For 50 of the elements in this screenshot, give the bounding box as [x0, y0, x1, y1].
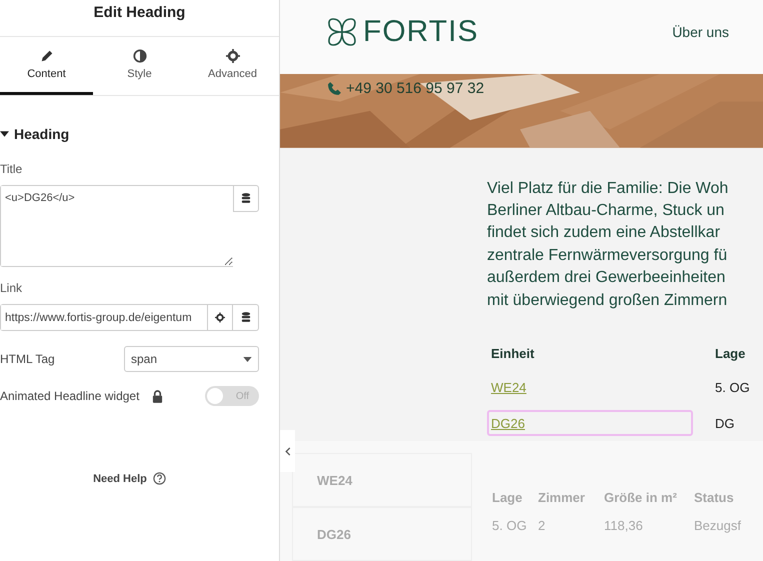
html-tag-select[interactable]: span: [124, 346, 259, 372]
panel-tab[interactable]: Advanced: [186, 37, 279, 95]
title-field[interactable]: <u>DG26</u>: [0, 185, 233, 267]
column-header: Status: [694, 490, 735, 504]
leaf-logo-icon: [327, 16, 357, 47]
table-cell-text: 5. OG: [492, 518, 528, 532]
dropdown-icon: [243, 356, 252, 362]
column-header: Größe in m²: [604, 490, 678, 504]
paragraph-line: findet sich zudem eine Abstellkar: [487, 223, 722, 244]
phone-icon: [327, 80, 342, 96]
help-link[interactable]: Need Help: [93, 472, 147, 484]
paragraph-line: zentrale Fernwärmeversorgung fü: [487, 246, 728, 266]
nav-link[interactable]: Über uns: [672, 24, 729, 40]
phone-number: +49 30 516 95 97 32: [346, 80, 484, 97]
help-icon: [152, 472, 166, 485]
link-options-button[interactable]: [207, 304, 233, 331]
field-label: Title: [0, 162, 24, 176]
paragraph-line: außerdem drei Gewerbeeinheiten: [487, 268, 726, 288]
field-label: Link: [0, 281, 24, 295]
dynamic-tags-button[interactable]: [233, 304, 259, 331]
contrast-icon: [132, 49, 146, 63]
database-icon: [240, 312, 250, 323]
settings-icon: [226, 49, 240, 63]
table-cell-text: 2: [538, 518, 546, 532]
panel-tab[interactable]: Content: [0, 37, 93, 95]
column-header: Lage: [492, 490, 524, 504]
logo-wordmark: FORTIS: [363, 14, 478, 49]
table-cell: DG: [715, 416, 734, 430]
field-label: Animated Headline widget: [0, 389, 140, 403]
section-toggle[interactable]: Heading: [0, 96, 279, 162]
table-cell-text: 118,36: [604, 518, 644, 532]
panel-tab[interactable]: Style: [93, 37, 186, 95]
chevron-left-icon: [284, 446, 290, 456]
pencil-icon: [40, 49, 54, 63]
paragraph-line: Berliner Altbau-Charme, Stuck un: [487, 200, 726, 221]
column-header: Einheit: [490, 346, 536, 360]
panel-title: Edit Heading: [0, 0, 279, 37]
paragraph-line: Viel Platz für die Familie: Die Woh: [487, 178, 730, 199]
database-icon: [241, 193, 251, 204]
link-field[interactable]: https://www.fortis-group.de/eigentum: [0, 304, 207, 331]
column-header: Lage: [715, 346, 746, 360]
paragraph-line: mit überwiegend großen Zimmern: [487, 290, 728, 311]
column-header: Zimmer: [538, 490, 586, 504]
settings-icon: [215, 312, 225, 323]
field-label: HTML Tag: [0, 352, 55, 366]
caret-icon: [0, 131, 9, 137]
table-cell-text: Bezugsf: [694, 518, 742, 532]
dynamic-tags-button[interactable]: [233, 185, 259, 212]
collapse-panel-button[interactable]: [280, 430, 295, 472]
table-cell: 5. OG: [715, 380, 750, 394]
